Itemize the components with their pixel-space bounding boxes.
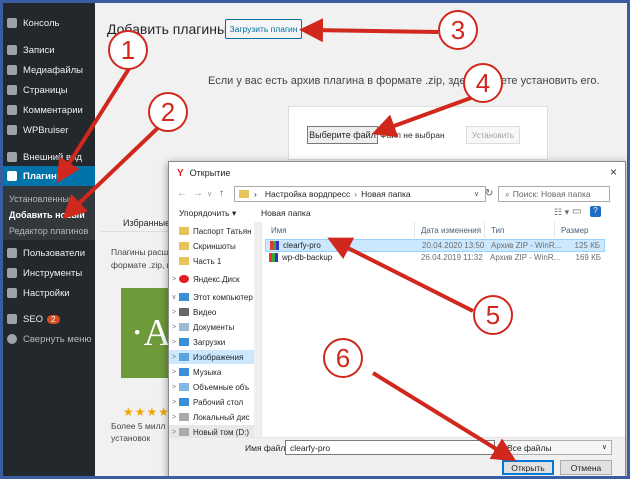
arrow-6 (371, 371, 517, 462)
callout-2: 2 (148, 92, 188, 132)
annotation-arrows (56, 18, 517, 462)
screenshot-frame: Консоль Записи Медиафайлы Страницы Комме… (3, 3, 627, 476)
arrow-4 (371, 93, 480, 138)
arrow-1 (56, 65, 132, 184)
arrow-3 (299, 18, 439, 43)
callout-1: 1 (108, 30, 148, 70)
callout-5: 5 (473, 295, 513, 335)
callout-3: 3 (438, 10, 478, 50)
callout-6: 6 (323, 338, 363, 378)
arrow-5 (327, 237, 474, 313)
callout-4: 4 (463, 63, 503, 103)
